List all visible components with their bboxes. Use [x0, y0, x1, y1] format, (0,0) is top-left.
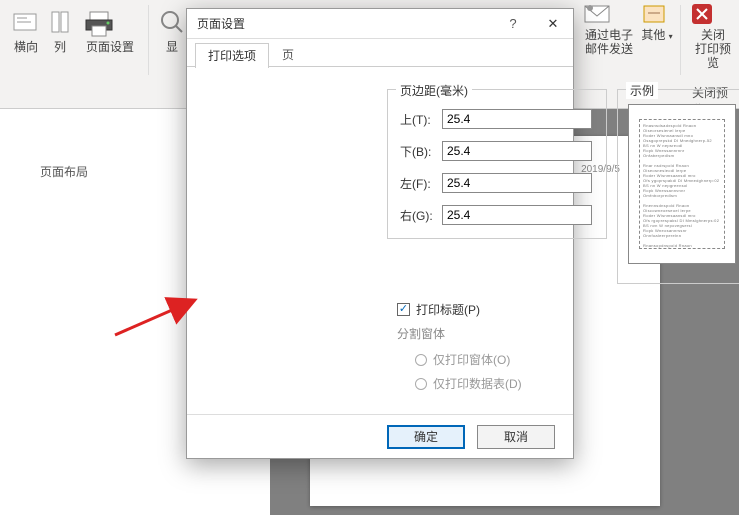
ok-button[interactable]: 确定	[387, 425, 465, 449]
ribbon-separator	[680, 5, 681, 75]
tab-print-options[interactable]: 打印选项	[195, 43, 269, 68]
page-setup-button[interactable]: 页面设置	[82, 8, 138, 54]
margins-group: 页边距(毫米) 上(T): 下(B): 左(F): 右(G):	[387, 89, 607, 239]
dialog-titlebar[interactable]: 页面设置 ? ✕	[187, 9, 573, 39]
printer-icon	[82, 8, 138, 38]
tab-page[interactable]: 页	[269, 42, 307, 67]
columns-label: 列	[48, 40, 72, 54]
columns-button[interactable]: 列	[48, 8, 72, 54]
dialog-tabs: 打印选项 页	[187, 39, 573, 67]
only-data-radio	[415, 378, 427, 390]
cancel-button[interactable]: 取消	[477, 425, 555, 449]
email-button[interactable]: 通过电子 邮件发送	[582, 2, 636, 56]
margin-right-label: 右(G):	[400, 207, 442, 224]
ribbon-group-layout: 页面布局	[40, 163, 88, 180]
sample-group: 示例 Rnasnsdsadxspold RnaonOiseorsesienel …	[617, 89, 739, 284]
only-form-radio	[415, 354, 427, 366]
print-title-row[interactable]: 打印标题(P)	[397, 301, 480, 318]
dropdown-icon: ▾	[669, 32, 673, 41]
margin-bottom-input[interactable]	[442, 141, 592, 161]
dialog-button-row: 确定 取消	[187, 414, 573, 458]
close-button[interactable]: ✕	[533, 9, 573, 39]
margins-legend: 页边距(毫米)	[396, 82, 472, 99]
dialog-title: 页面设置	[187, 15, 493, 32]
help-button[interactable]: ?	[493, 9, 533, 39]
print-title-label: 打印标题(P)	[416, 301, 480, 318]
ribbon-separator	[148, 5, 149, 75]
close-label1: 关闭	[690, 28, 736, 42]
close-icon	[690, 2, 736, 26]
margin-bottom-label: 下(B):	[400, 143, 442, 160]
close-label2: 打印预览	[690, 42, 736, 70]
margin-left-input[interactable]	[442, 173, 592, 193]
margin-right-row: 右(G):	[400, 204, 592, 226]
landscape-button[interactable]: 横向	[12, 8, 40, 54]
email-label2: 邮件发送	[582, 42, 636, 56]
zoom-icon	[158, 8, 186, 38]
page-setup-label: 页面设置	[82, 40, 138, 54]
margin-left-label: 左(F):	[400, 175, 442, 192]
margin-top-label: 上(T):	[400, 111, 442, 128]
sample-page: Rnasnsdsadxspold RnaonOiseorsesienel ler…	[628, 104, 736, 264]
sample-inner: Rnasnsdsadxspold RnaonOiseorsesienel ler…	[639, 119, 725, 249]
only-form-label: 仅打印窗体(O)	[433, 351, 510, 368]
other-button[interactable]: 其他 ▾	[640, 2, 674, 44]
display-button[interactable]: 显	[158, 8, 186, 54]
landscape-label: 横向	[12, 40, 40, 54]
split-form-label: 分割窗体	[397, 325, 445, 342]
only-form-row: 仅打印窗体(O)	[415, 351, 510, 368]
display-label: 显	[158, 40, 186, 54]
margin-bottom-row: 下(B):	[400, 140, 592, 162]
email-icon	[582, 2, 636, 26]
margin-left-row: 左(F):	[400, 172, 592, 194]
landscape-icon	[12, 8, 40, 38]
print-title-checkbox[interactable]	[397, 303, 410, 316]
other-icon	[640, 2, 674, 26]
email-label1: 通过电子	[582, 28, 636, 42]
sample-legend: 示例	[626, 82, 658, 99]
margin-right-input[interactable]	[442, 205, 592, 225]
columns-icon	[48, 8, 72, 38]
margin-top-row: 上(T):	[400, 108, 592, 130]
close-preview-button[interactable]: 关闭 打印预览	[690, 2, 736, 70]
other-label: 其他 ▾	[640, 28, 674, 44]
margin-top-input[interactable]	[442, 109, 592, 129]
only-data-label: 仅打印数据表(D)	[433, 375, 522, 392]
only-data-row: 仅打印数据表(D)	[415, 375, 522, 392]
page-setup-dialog: 页面设置 ? ✕ 打印选项 页 页边距(毫米) 上(T): 下(B): 左(F)…	[186, 8, 574, 459]
